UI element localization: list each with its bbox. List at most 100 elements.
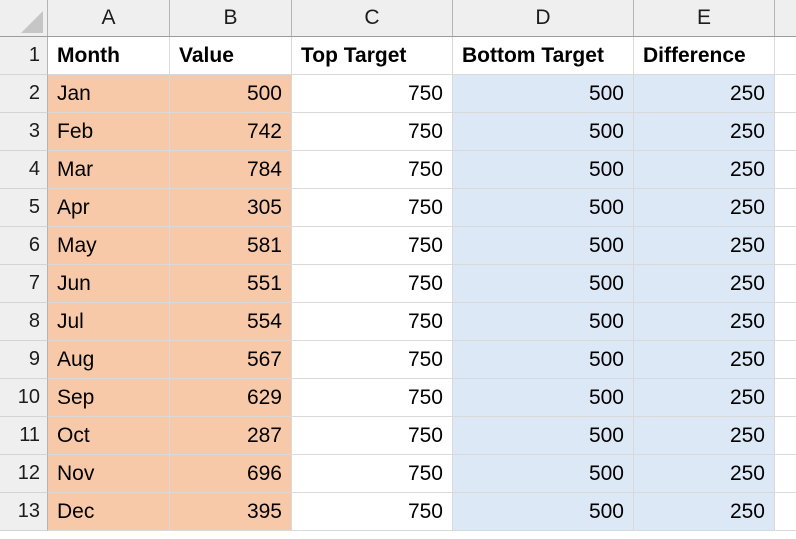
cell-f11-empty[interactable] [775,417,796,455]
cell-e10-difference[interactable]: 250 [634,379,775,417]
cell-a7-month[interactable]: Jun [48,265,170,303]
cell-b5-value[interactable]: 305 [170,189,292,227]
row-header-10[interactable]: 10 [0,379,48,417]
cell-f10-empty[interactable] [775,379,796,417]
cell-a5-month[interactable]: Apr [48,189,170,227]
cell-e12-difference[interactable]: 250 [634,455,775,493]
cell-c11-top-target[interactable]: 750 [292,417,453,455]
cell-a2-month[interactable]: Jan [48,75,170,113]
cell-c3-top-target[interactable]: 750 [292,113,453,151]
cell-e1-difference-header[interactable]: Difference [634,37,775,75]
cell-a3-month[interactable]: Feb [48,113,170,151]
cell-b9-value[interactable]: 567 [170,341,292,379]
column-header-b[interactable]: B [170,0,292,36]
row-header-1[interactable]: 1 [0,37,48,75]
cell-d11-bottom-target[interactable]: 500 [453,417,634,455]
cell-a12-month[interactable]: Nov [48,455,170,493]
cell-f1-empty[interactable] [775,37,796,75]
cell-f5-empty[interactable] [775,189,796,227]
cell-c10-top-target[interactable]: 750 [292,379,453,417]
cell-a6-month[interactable]: May [48,227,170,265]
cell-e13-difference[interactable]: 250 [634,493,775,531]
column-header-e[interactable]: E [634,0,775,36]
cell-c6-top-target[interactable]: 750 [292,227,453,265]
cell-c12-top-target[interactable]: 750 [292,455,453,493]
row-header-8[interactable]: 8 [0,303,48,341]
cell-b7-value[interactable]: 551 [170,265,292,303]
cell-d13-bottom-target[interactable]: 500 [453,493,634,531]
cell-d8-bottom-target[interactable]: 500 [453,303,634,341]
cell-e2-difference[interactable]: 250 [634,75,775,113]
cell-b3-value[interactable]: 742 [170,113,292,151]
cell-c7-top-target[interactable]: 750 [292,265,453,303]
cell-f6-empty[interactable] [775,227,796,265]
cell-e6-difference[interactable]: 250 [634,227,775,265]
row-header-4[interactable]: 4 [0,151,48,189]
row-header-13[interactable]: 13 [0,493,48,531]
cell-b13-value[interactable]: 395 [170,493,292,531]
cell-e9-difference[interactable]: 250 [634,341,775,379]
cell-a8-month[interactable]: Jul [48,303,170,341]
table-row: 10 Sep 629 750 500 250 [0,379,796,417]
row-header-9[interactable]: 9 [0,341,48,379]
row-header-12[interactable]: 12 [0,455,48,493]
cell-e7-difference[interactable]: 250 [634,265,775,303]
cell-d7-bottom-target[interactable]: 500 [453,265,634,303]
cell-e4-difference[interactable]: 250 [634,151,775,189]
cell-f3-empty[interactable] [775,113,796,151]
row-header-7[interactable]: 7 [0,265,48,303]
cell-a1-month-header[interactable]: Month [48,37,170,75]
cell-b10-value[interactable]: 629 [170,379,292,417]
cell-b8-value[interactable]: 554 [170,303,292,341]
cell-f8-empty[interactable] [775,303,796,341]
cell-c2-top-target[interactable]: 750 [292,75,453,113]
cell-c9-top-target[interactable]: 750 [292,341,453,379]
column-header-d[interactable]: D [453,0,634,36]
cell-f9-empty[interactable] [775,341,796,379]
cell-d1-bottom-target-header[interactable]: Bottom Target [453,37,634,75]
cell-c13-top-target[interactable]: 750 [292,493,453,531]
cell-e5-difference[interactable]: 250 [634,189,775,227]
cell-c5-top-target[interactable]: 750 [292,189,453,227]
select-all-corner[interactable] [0,0,48,36]
cell-b4-value[interactable]: 784 [170,151,292,189]
row-header-3[interactable]: 3 [0,113,48,151]
cell-d9-bottom-target[interactable]: 500 [453,341,634,379]
cell-a4-month[interactable]: Mar [48,151,170,189]
cell-d3-bottom-target[interactable]: 500 [453,113,634,151]
column-header-c[interactable]: C [292,0,453,36]
cell-a10-month[interactable]: Sep [48,379,170,417]
cell-d10-bottom-target[interactable]: 500 [453,379,634,417]
cell-b6-value[interactable]: 581 [170,227,292,265]
cell-a11-month[interactable]: Oct [48,417,170,455]
cell-b2-value[interactable]: 500 [170,75,292,113]
spreadsheet-grid: A B C D E 1 Month Value Top Target Botto… [0,0,796,539]
cell-f2-empty[interactable] [775,75,796,113]
cell-c8-top-target[interactable]: 750 [292,303,453,341]
cell-a13-month[interactable]: Dec [48,493,170,531]
row-header-6[interactable]: 6 [0,227,48,265]
row-header-2[interactable]: 2 [0,75,48,113]
cell-b12-value[interactable]: 696 [170,455,292,493]
cell-d12-bottom-target[interactable]: 500 [453,455,634,493]
cell-f13-empty[interactable] [775,493,796,531]
cell-c1-top-target-header[interactable]: Top Target [292,37,453,75]
cell-a9-month[interactable]: Aug [48,341,170,379]
cell-b11-value[interactable]: 287 [170,417,292,455]
cell-b1-value-header[interactable]: Value [170,37,292,75]
cell-d5-bottom-target[interactable]: 500 [453,189,634,227]
cell-e8-difference[interactable]: 250 [634,303,775,341]
cell-e3-difference[interactable]: 250 [634,113,775,151]
cell-f12-empty[interactable] [775,455,796,493]
cell-d4-bottom-target[interactable]: 500 [453,151,634,189]
cell-f4-empty[interactable] [775,151,796,189]
table-row: 3 Feb 742 750 500 250 [0,113,796,151]
row-header-11[interactable]: 11 [0,417,48,455]
column-header-a[interactable]: A [48,0,170,36]
cell-e11-difference[interactable]: 250 [634,417,775,455]
row-header-5[interactable]: 5 [0,189,48,227]
cell-c4-top-target[interactable]: 750 [292,151,453,189]
cell-d2-bottom-target[interactable]: 500 [453,75,634,113]
cell-d6-bottom-target[interactable]: 500 [453,227,634,265]
cell-f7-empty[interactable] [775,265,796,303]
